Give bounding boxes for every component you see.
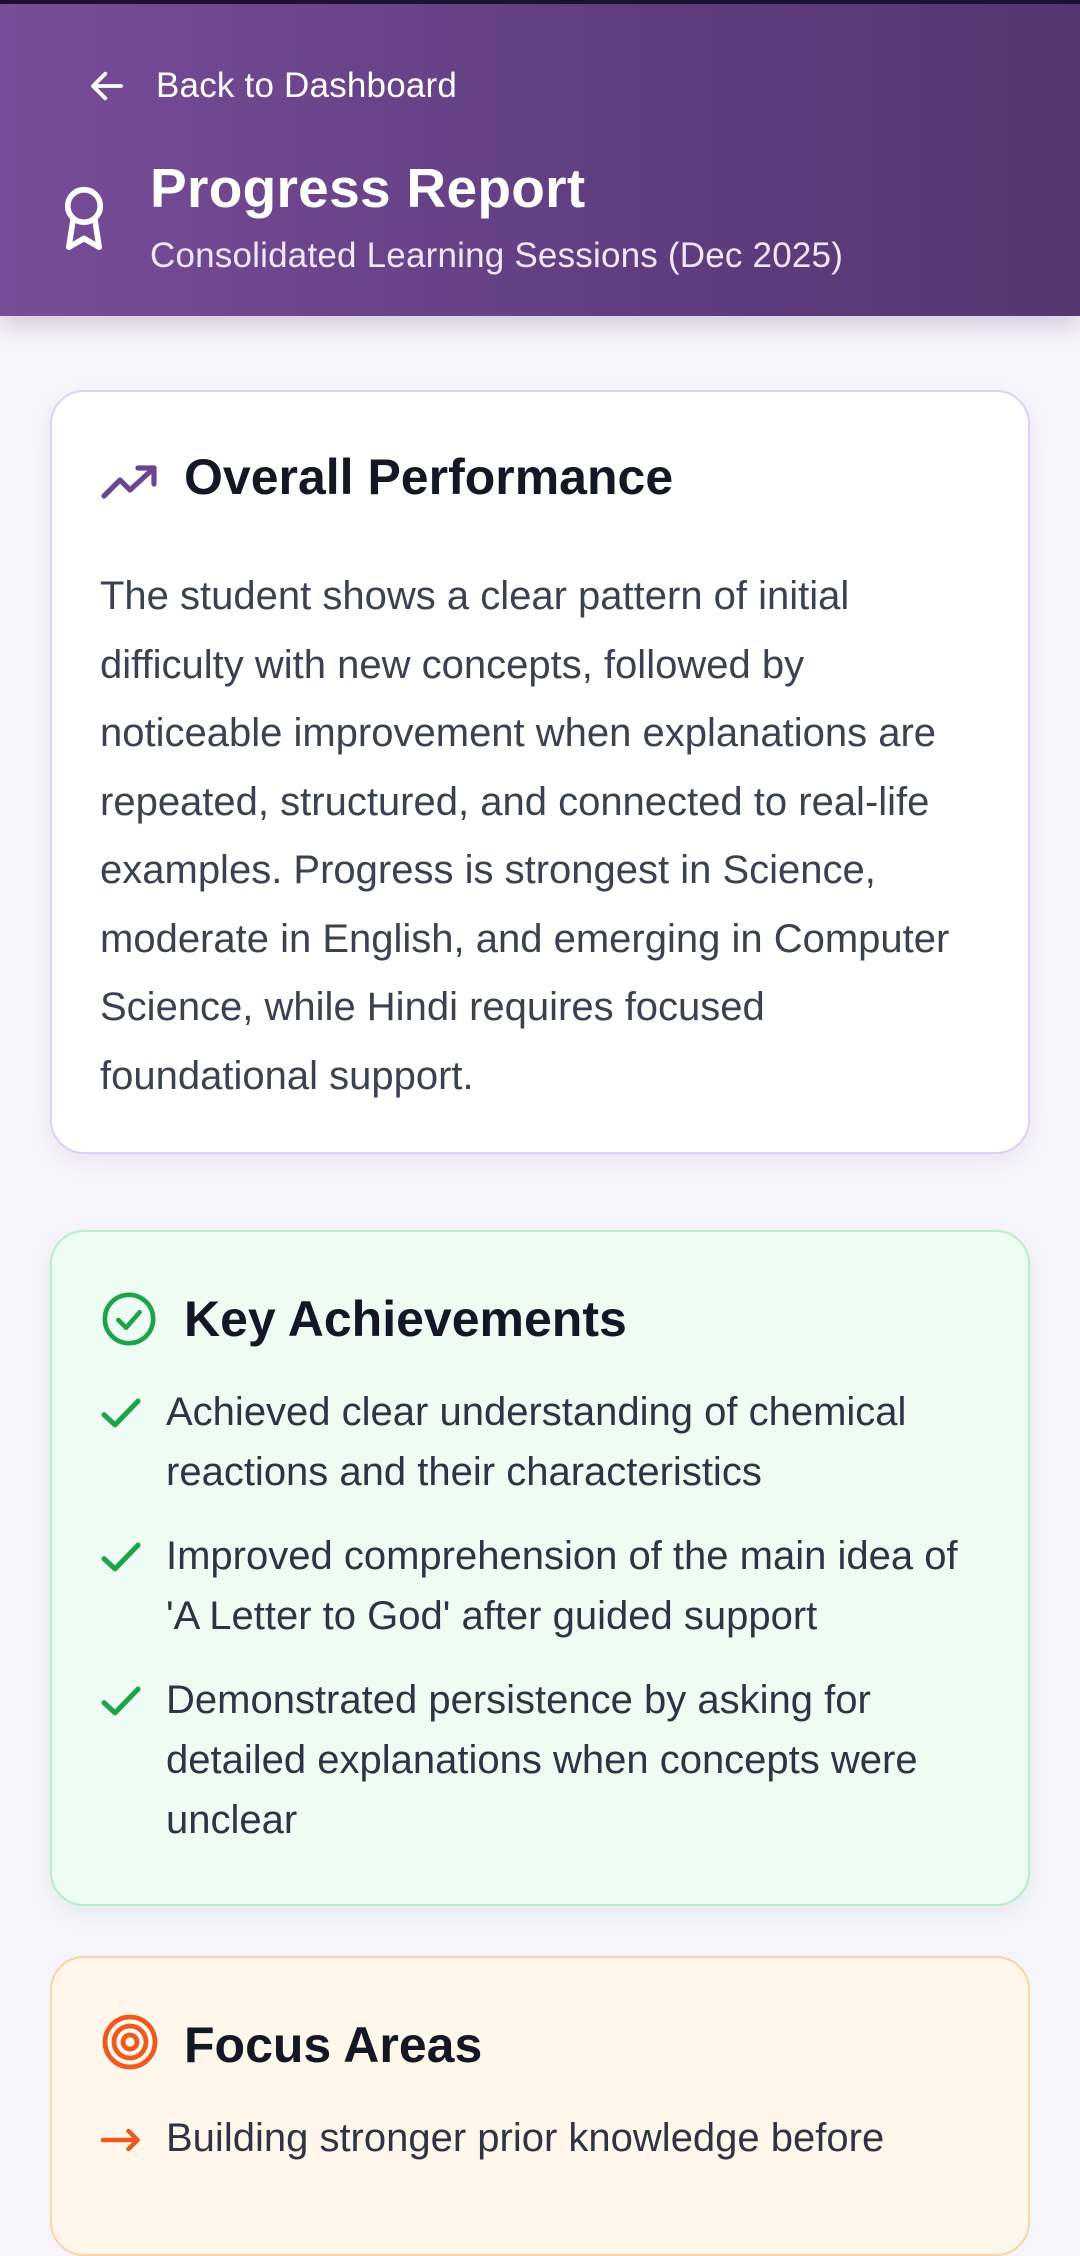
check-icon — [101, 1542, 141, 1572]
report-header: Back to Dashboard Progress Report Consol… — [0, 4, 1080, 316]
focus-list: Building stronger prior knowledge before — [100, 2108, 990, 2168]
list-item: Demonstrated persistence by asking for d… — [100, 1670, 990, 1850]
achievements-list: Achieved clear understanding of chemical… — [100, 1382, 990, 1874]
back-to-dashboard-link[interactable]: Back to Dashboard — [86, 56, 457, 116]
award-icon — [64, 186, 104, 250]
overall-performance-card: Overall Performance The student shows a … — [50, 390, 1030, 1154]
target-icon — [102, 2014, 158, 2070]
page-subtitle: Consolidated Learning Sessions (Dec 2025… — [150, 236, 844, 275]
check-icon — [101, 1686, 141, 1716]
focus-areas-title: Focus Areas — [184, 2017, 483, 2073]
focus-item-text: Building stronger prior knowledge before — [166, 2116, 885, 2160]
trending-up-icon — [101, 465, 157, 499]
arrow-left-icon — [91, 71, 123, 101]
check-circle-icon — [102, 1292, 156, 1346]
list-item: Improved comprehension of the main idea … — [100, 1526, 990, 1646]
page-title: Progress Report — [150, 157, 586, 219]
overall-performance-title: Overall Performance — [184, 449, 674, 505]
list-item: Building stronger prior knowledge before — [100, 2108, 990, 2168]
key-achievements-title: Key Achievements — [184, 1291, 627, 1347]
focus-areas-card: Focus Areas Building stronger prior know… — [50, 1956, 1030, 2256]
back-link-label: Back to Dashboard — [156, 66, 458, 105]
key-achievements-card: Key Achievements Achieved clear understa… — [50, 1230, 1030, 1906]
list-item: Achieved clear understanding of chemical… — [100, 1382, 990, 1502]
achievement-text: Achieved clear understanding of chemical… — [166, 1390, 907, 1494]
achievement-text: Improved comprehension of the main idea … — [166, 1534, 958, 1638]
achievement-text: Demonstrated persistence by asking for d… — [166, 1678, 918, 1842]
overall-performance-text: The student shows a clear pattern of ini… — [100, 574, 950, 1098]
arrow-right-icon — [100, 2128, 140, 2152]
check-icon — [101, 1398, 141, 1428]
